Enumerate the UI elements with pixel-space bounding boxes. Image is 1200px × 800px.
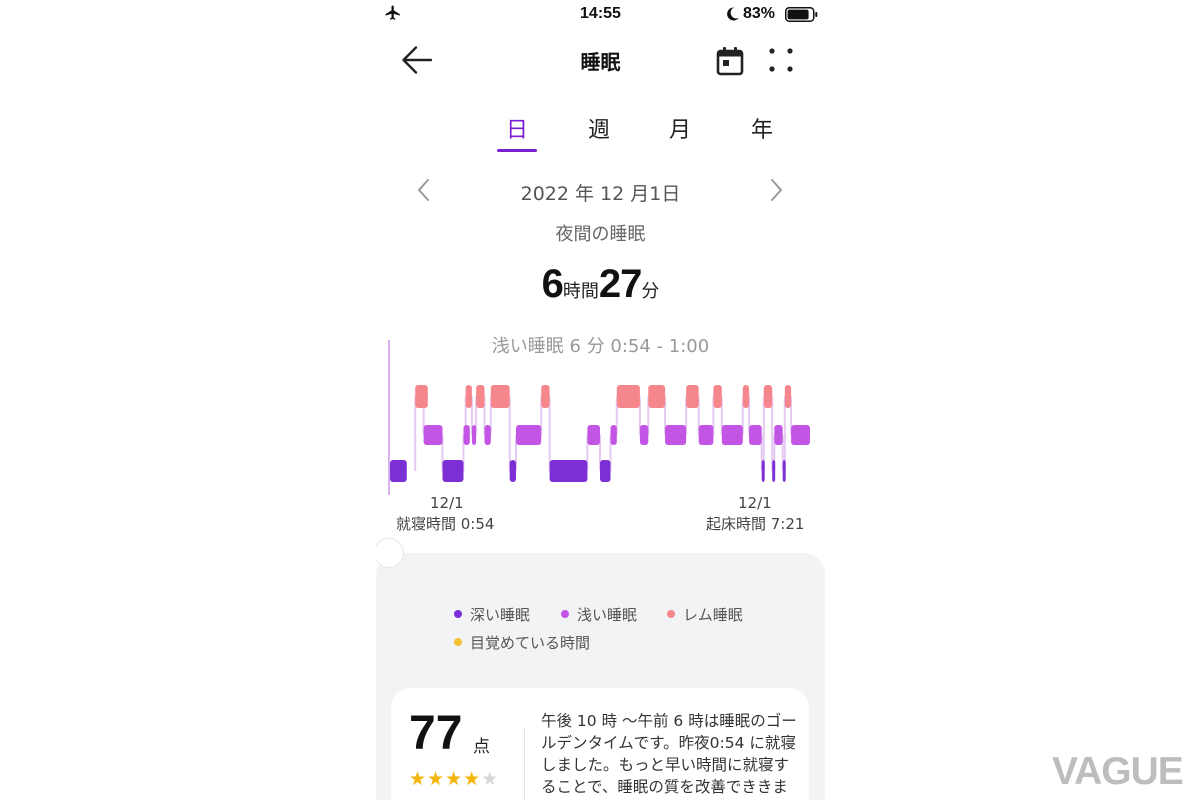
- legend-deep-sleep: 深い睡眠: [454, 604, 530, 625]
- tab-month[interactable]: 月: [650, 112, 710, 144]
- sleep-segment-light[interactable]: [774, 425, 783, 445]
- end-date-label: 12/1: [738, 494, 772, 512]
- sleep-segment-deep[interactable]: [509, 460, 516, 482]
- sleep-segment-deep[interactable]: [390, 460, 407, 482]
- vague-watermark-logo: VAGUE: [1052, 750, 1184, 789]
- calendar-icon[interactable]: [716, 46, 744, 76]
- page-title: 睡眠: [580, 50, 621, 74]
- sleep-segment-light[interactable]: [639, 425, 649, 445]
- duration-minutes-unit: 分: [641, 281, 660, 302]
- star-icon: ★: [463, 768, 482, 790]
- legend-dot: [454, 609, 462, 618]
- star-icon: ★: [409, 768, 428, 790]
- app-header: 睡眠: [376, 38, 825, 82]
- tab-year[interactable]: 年: [732, 112, 792, 144]
- sleep-score-unit: 点: [473, 737, 490, 757]
- legend-awake: 目覚めている時間: [454, 632, 590, 653]
- battery-percent: 83%: [743, 5, 776, 22]
- legend-light-sleep: 浅い睡眠: [561, 604, 637, 625]
- battery-icon: [785, 7, 818, 22]
- sleep-segment-deep[interactable]: [549, 460, 588, 482]
- sleep-segment-light[interactable]: [423, 425, 443, 445]
- sleep-segment-light[interactable]: [471, 425, 477, 445]
- legend-dot: [667, 609, 675, 618]
- stage-transition-line: [762, 396, 765, 471]
- legend-rem-sleep: レム睡眠: [667, 604, 743, 625]
- sleep-segment-rem[interactable]: [763, 385, 773, 408]
- sleep-segment-light[interactable]: [721, 425, 743, 445]
- tab-week[interactable]: 週: [569, 112, 629, 144]
- card-divider: [524, 728, 525, 800]
- sleep-segment-rem[interactable]: [713, 385, 722, 408]
- active-tab-indicator: [497, 149, 537, 152]
- date-navigator: 2022 年 12 月1日: [376, 175, 825, 207]
- duration-minutes: 27: [598, 262, 642, 306]
- score-stars: ★★★★★: [409, 768, 499, 790]
- sleep-segment-rem[interactable]: [465, 385, 472, 408]
- sleep-advice-text: 午後 10 時 〜午前 6 時は睡眠のゴールデンタイムです。昨夜0:54 に就寝…: [541, 712, 797, 796]
- stage-transition-line: [771, 396, 774, 471]
- sleep-segment-light[interactable]: [587, 425, 600, 445]
- period-tabs: 日 週 月 年: [416, 112, 786, 156]
- sleep-screen: 14:55 83% 睡眠 日 週 月 年 2022 年 12 月1日 夜間の睡眠…: [376, 0, 825, 800]
- sleep-segment-rem[interactable]: [648, 385, 666, 408]
- legend-dot: [561, 609, 569, 618]
- sleep-segment-deep[interactable]: [442, 460, 464, 482]
- sleep-segment-rem[interactable]: [784, 385, 792, 408]
- sleep-segment-rem[interactable]: [490, 385, 510, 408]
- stage-transition-line: [783, 396, 786, 471]
- duration-hours-unit: 時間: [562, 281, 599, 302]
- sleep-segment-deep[interactable]: [772, 460, 776, 482]
- stage-transition-line: [414, 396, 417, 471]
- sleep-score-card[interactable]: 77 点 ★★★★★ 午後 10 時 〜午前 6 時は睡眠のゴールデンタイムです…: [391, 688, 809, 800]
- sleep-segment-deep[interactable]: [600, 460, 611, 482]
- star-icon: ★: [445, 768, 464, 790]
- sleep-score: 77: [409, 707, 463, 760]
- sleep-segment-rem[interactable]: [742, 385, 750, 408]
- sleep-segment-light[interactable]: [665, 425, 687, 445]
- start-date-label: 12/1: [430, 494, 464, 512]
- tab-day[interactable]: 日: [487, 112, 547, 144]
- sleep-segment-deep[interactable]: [761, 460, 765, 482]
- do-not-disturb-moon-icon: [727, 7, 739, 21]
- sleep-segment-rem[interactable]: [541, 385, 550, 408]
- star-icon: ★: [481, 768, 500, 790]
- sleep-type-label: 夜間の睡眠: [555, 224, 646, 245]
- stage-transition-line: [548, 396, 551, 471]
- stage-transition-line: [508, 396, 511, 471]
- sleep-segment-rem[interactable]: [616, 385, 640, 408]
- chart-start-marker: [388, 340, 390, 495]
- sleep-segment-light[interactable]: [749, 425, 762, 445]
- sleep-stage-chart[interactable]: [386, 340, 816, 500]
- wake-time-label: 起床時間 7:21: [706, 515, 805, 533]
- sleep-segment-rem[interactable]: [476, 385, 485, 408]
- chevron-right-icon[interactable]: [766, 177, 786, 203]
- star-icon: ★: [427, 768, 446, 790]
- sleep-segment-deep[interactable]: [782, 460, 786, 482]
- sleep-segment-light[interactable]: [698, 425, 714, 445]
- sleep-segment-light[interactable]: [610, 425, 617, 445]
- sleep-segment-rem[interactable]: [686, 385, 699, 408]
- more-options-icon[interactable]: [768, 47, 794, 73]
- current-date: 2022 年 12 月1日: [520, 183, 681, 205]
- sleep-segment-light[interactable]: [463, 425, 470, 445]
- total-sleep-duration: 6時間27分: [376, 262, 825, 307]
- legend-dot: [454, 637, 462, 646]
- sleep-segment-light[interactable]: [791, 425, 810, 445]
- sleep-segment-light[interactable]: [484, 425, 491, 445]
- duration-hours: 6: [541, 262, 564, 306]
- sleep-segment-rem[interactable]: [415, 385, 428, 408]
- svg-text:VAGUE: VAGUE: [1052, 750, 1183, 789]
- status-bar: 14:55 83%: [376, 0, 825, 30]
- sleep-segment-light[interactable]: [516, 425, 542, 445]
- bedtime-label: 就寝時間 0:54: [396, 515, 495, 533]
